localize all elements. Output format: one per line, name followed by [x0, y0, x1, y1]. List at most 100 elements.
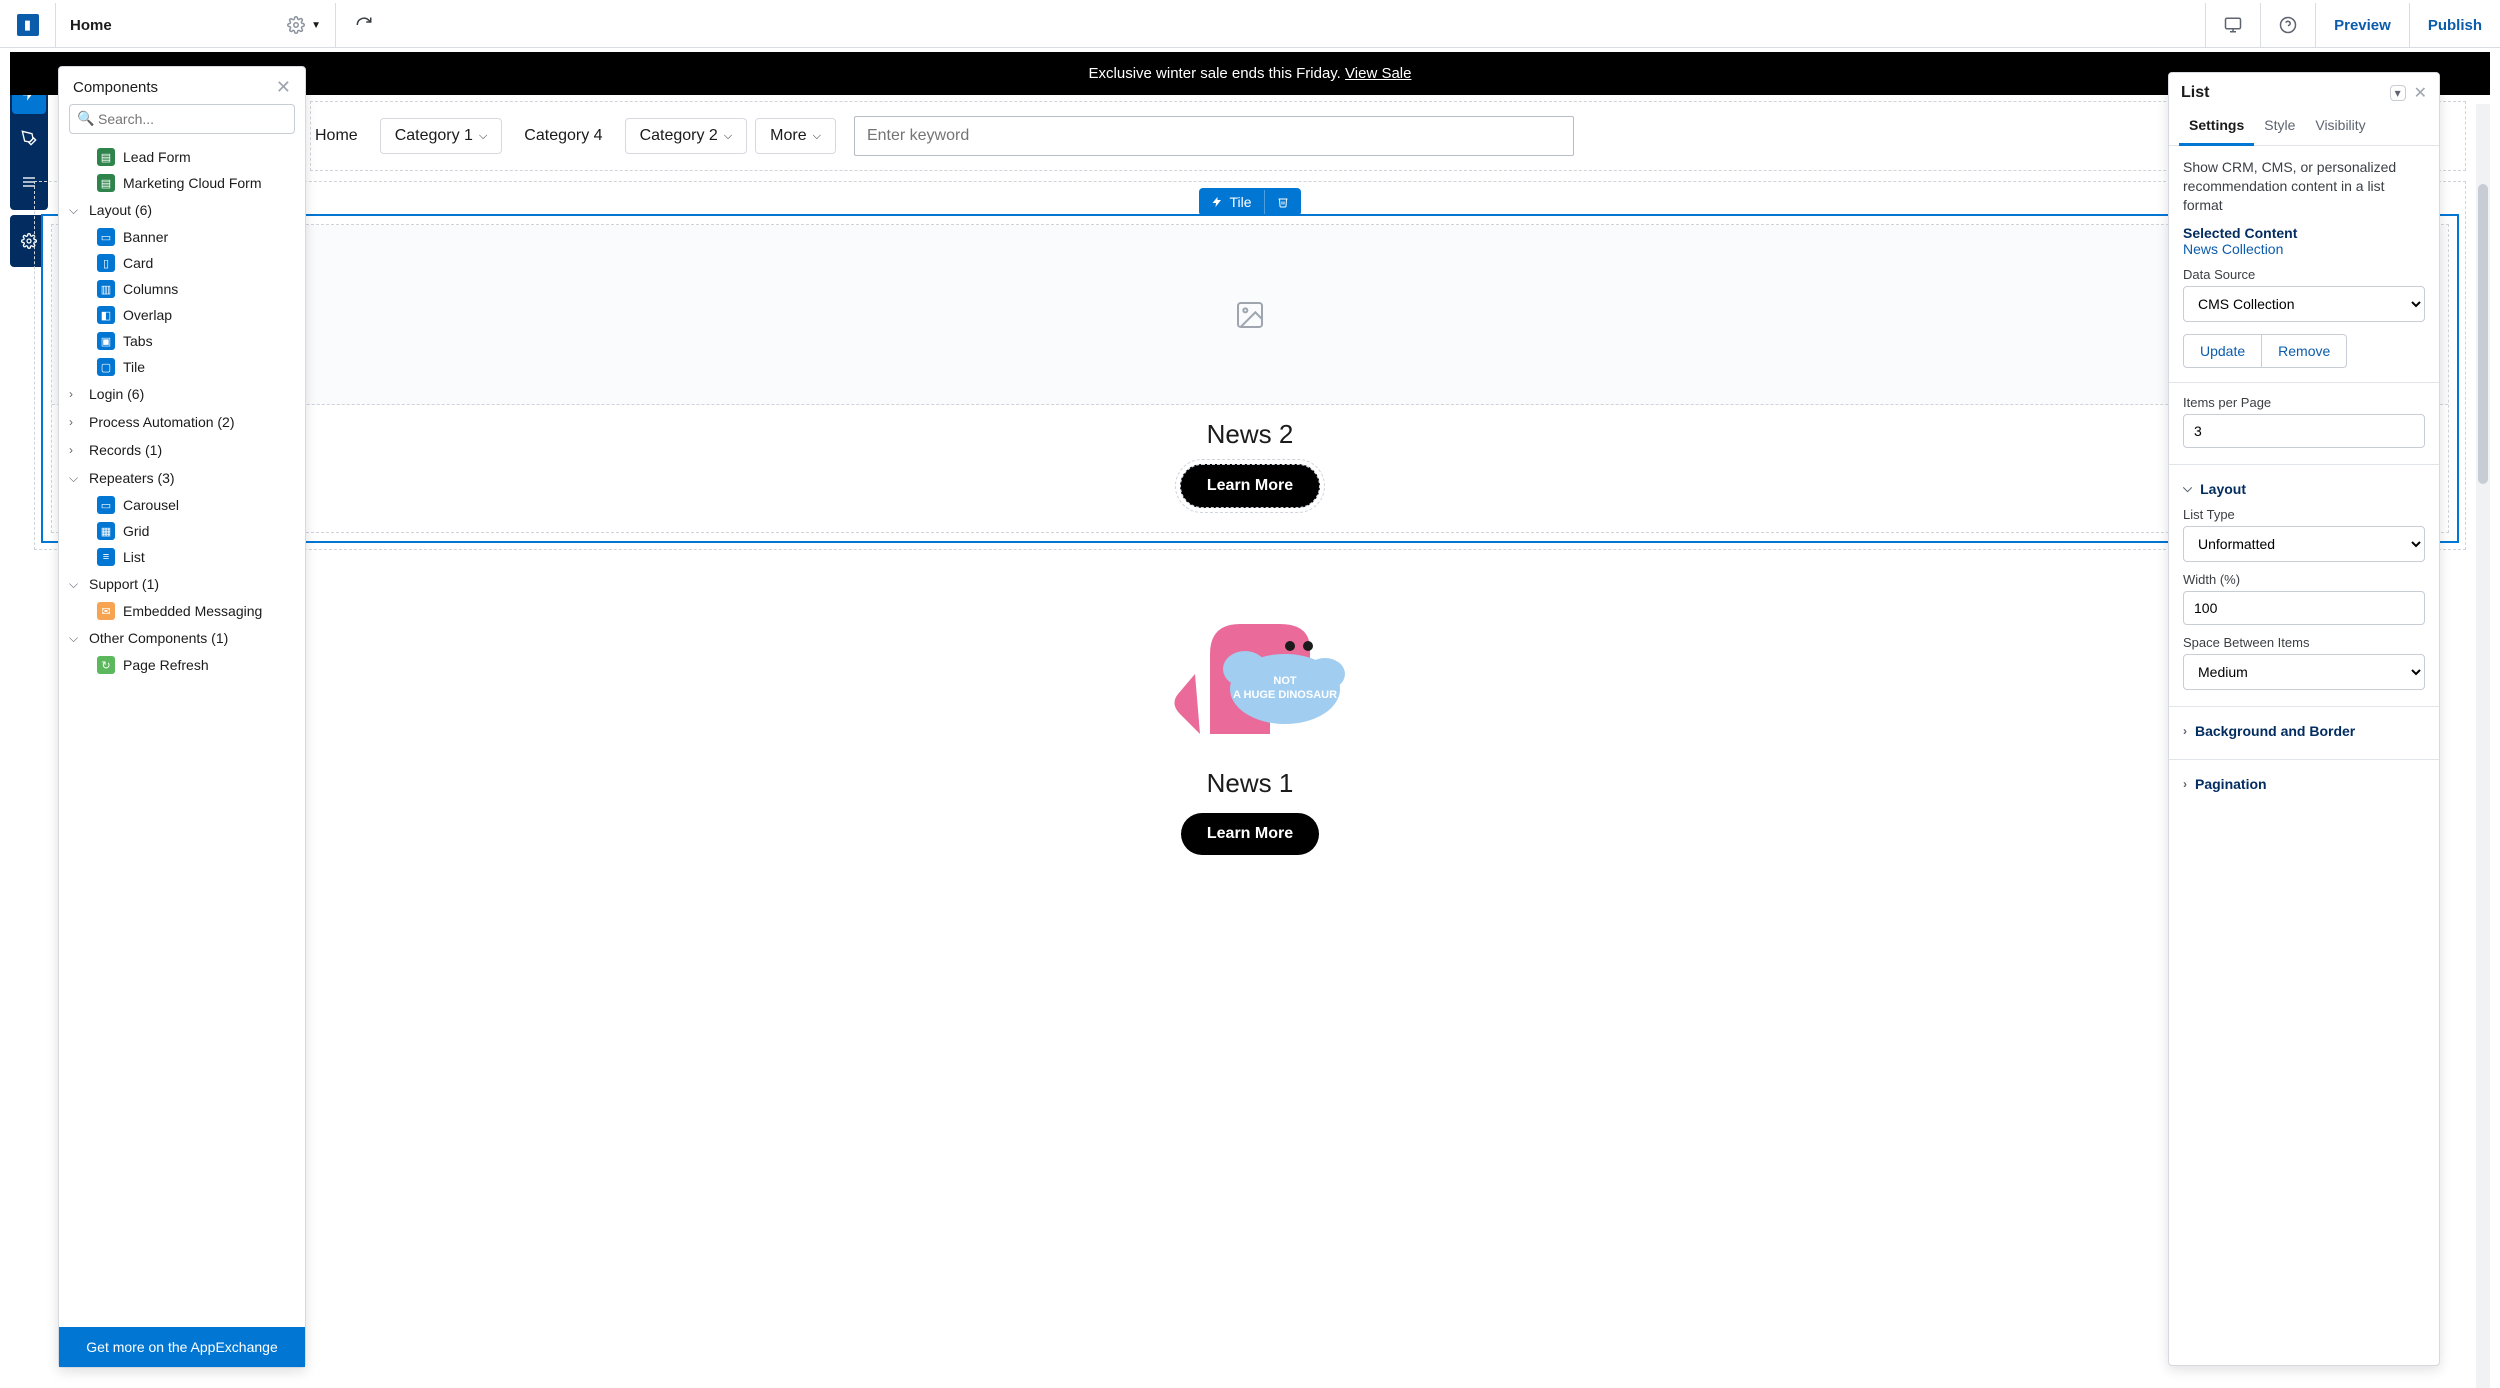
desktop-view-button[interactable] — [2205, 3, 2260, 47]
svg-text:A HUGE DINOSAUR: A HUGE DINOSAUR — [1233, 689, 1337, 701]
page-name: Home — [70, 17, 112, 34]
component-carousel[interactable]: ▭Carousel — [59, 492, 305, 518]
chat-icon: ✉ — [97, 602, 115, 620]
tile-delete-seg[interactable] — [1264, 190, 1301, 214]
component-list[interactable]: ≡List — [59, 544, 305, 570]
list-type-label: List Type — [2183, 507, 2425, 522]
scrollbar[interactable] — [2476, 104, 2490, 1388]
search-input[interactable] — [854, 116, 1574, 156]
items-per-page-input[interactable] — [2183, 414, 2425, 448]
space-select[interactable]: Medium — [2183, 654, 2425, 690]
component-page-refresh[interactable]: ↻Page Refresh — [59, 652, 305, 678]
nav-item-more[interactable]: More⌵ — [755, 118, 836, 154]
group-process-automation[interactable]: ›Process Automation (2) — [59, 408, 305, 436]
group-support[interactable]: ⌵Support (1) — [59, 570, 305, 598]
publish-button[interactable]: Publish — [2409, 3, 2500, 47]
space-label: Space Between Items — [2183, 635, 2425, 650]
chevron-right-icon: › — [2183, 724, 2187, 738]
list-type-select[interactable]: Unformatted — [2183, 526, 2425, 562]
props-description: Show CRM, CMS, or personalized recommend… — [2183, 158, 2425, 215]
tile-label-seg[interactable]: Tile — [1199, 188, 1263, 216]
nav-item-home[interactable]: Home — [301, 119, 372, 153]
columns-icon: ▥ — [97, 280, 115, 298]
update-button[interactable]: Update — [2183, 334, 2262, 368]
appexchange-button[interactable]: Get more on the AppExchange — [59, 1327, 305, 1367]
components-panel: Components ✕ 🔍 ▤Lead Form ▤Marketing Clo… — [58, 66, 306, 1368]
gear-icon[interactable] — [287, 16, 305, 34]
component-tabs[interactable]: ▣Tabs — [59, 328, 305, 354]
component-overlap[interactable]: ◧Overlap — [59, 302, 305, 328]
remove-button[interactable]: Remove — [2262, 334, 2347, 368]
tab-settings[interactable]: Settings — [2179, 109, 2254, 146]
image-placeholder — [52, 225, 2448, 405]
props-body: Show CRM, CMS, or personalized recommend… — [2169, 146, 2439, 1365]
tab-style[interactable]: Style — [2254, 109, 2305, 145]
chevron-down-icon: ⌵ — [69, 577, 83, 592]
group-other[interactable]: ⌵Other Components (1) — [59, 624, 305, 652]
component-marketing-cloud-form[interactable]: ▤Marketing Cloud Form — [59, 170, 305, 196]
component-card[interactable]: ▯Card — [59, 250, 305, 276]
props-dropdown-icon[interactable]: ▾ — [2390, 85, 2406, 101]
chevron-down-icon: ⌵ — [813, 130, 821, 143]
chevron-right-icon: › — [2183, 777, 2187, 791]
page-selector[interactable]: Home ▼ — [56, 3, 336, 47]
props-tabs: Settings Style Visibility — [2169, 109, 2439, 146]
component-columns[interactable]: ▥Columns — [59, 276, 305, 302]
components-search[interactable] — [69, 104, 295, 134]
nav-item-category1[interactable]: Category 1⌵ — [380, 118, 503, 154]
search-icon: 🔍 — [77, 110, 94, 127]
svg-text:NOT: NOT — [1273, 675, 1297, 687]
app-logo[interactable]: ▮ — [0, 3, 56, 47]
close-icon[interactable]: ✕ — [276, 77, 291, 98]
header-actions: Preview Publish — [2205, 3, 2500, 47]
preview-button[interactable]: Preview — [2315, 3, 2409, 47]
components-tree: ▤Lead Form ▤Marketing Cloud Form ⌵Layout… — [59, 142, 305, 1327]
component-grid[interactable]: ▦Grid — [59, 518, 305, 544]
properties-panel: List ▾ ✕ Settings Style Visibility Show … — [2168, 72, 2440, 1366]
panel-title: Components — [73, 79, 158, 96]
component-lead-form[interactable]: ▤Lead Form — [59, 144, 305, 170]
component-tile[interactable]: ▢Tile — [59, 354, 305, 380]
selected-list-component[interactable]: News 2 Learn More — [41, 214, 2459, 543]
banner-icon: ▭ — [97, 228, 115, 246]
group-repeaters[interactable]: ⌵Repeaters (3) — [59, 464, 305, 492]
group-layout[interactable]: ⌵Layout (6) — [59, 196, 305, 224]
close-icon[interactable]: ✕ — [2414, 83, 2427, 103]
chevron-down-icon: ⌵ — [2183, 481, 2192, 496]
announcement-text: Exclusive winter sale ends this Friday. — [1089, 65, 1346, 82]
learn-more-button[interactable]: Learn More — [1181, 813, 1319, 855]
tile-title: News 2 — [52, 419, 2448, 450]
items-per-page-label: Items per Page — [2183, 395, 2425, 410]
bg-border-section-header[interactable]: ›Background and Border — [2183, 723, 2425, 739]
chevron-right-icon: › — [69, 443, 83, 457]
scrollbar-thumb[interactable] — [2478, 184, 2488, 484]
data-source-select[interactable]: CMS Collection — [2183, 286, 2425, 322]
width-input[interactable] — [2183, 591, 2425, 625]
chevron-down-icon: ⌵ — [479, 130, 487, 143]
refresh-icon — [355, 16, 373, 34]
announcement-link[interactable]: View Sale — [1345, 65, 1411, 82]
learn-more-button[interactable]: Learn More — [1180, 464, 1320, 508]
tile-toolbar: Tile — [41, 188, 2459, 216]
tile-title: News 1 — [18, 768, 2482, 799]
component-banner[interactable]: ▭Banner — [59, 224, 305, 250]
component-embedded-messaging[interactable]: ✉Embedded Messaging — [59, 598, 305, 624]
pagination-section-header[interactable]: ›Pagination — [2183, 776, 2425, 792]
caret-down-icon[interactable]: ▼ — [311, 20, 321, 31]
lightning-icon — [1211, 196, 1223, 208]
tab-visibility[interactable]: Visibility — [2305, 109, 2375, 145]
data-source-label: Data Source — [2183, 267, 2425, 282]
tile-card: NOT A HUGE DINOSAUR News 1 Learn More — [18, 574, 2482, 879]
image-icon — [1234, 299, 1266, 331]
list-icon: ≡ — [97, 548, 115, 566]
selected-content-value[interactable]: News Collection — [2183, 241, 2425, 257]
nav-item-category4[interactable]: Category 4 — [510, 119, 616, 153]
group-records[interactable]: ›Records (1) — [59, 436, 305, 464]
group-login[interactable]: ›Login (6) — [59, 380, 305, 408]
help-button[interactable] — [2260, 3, 2315, 47]
layout-section-header[interactable]: ⌵Layout — [2183, 481, 2425, 497]
form-icon: ▤ — [97, 148, 115, 166]
nav-item-category2[interactable]: Category 2⌵ — [625, 118, 748, 154]
refresh-button[interactable] — [336, 16, 392, 34]
tile-card: News 2 Learn More — [51, 224, 2449, 533]
